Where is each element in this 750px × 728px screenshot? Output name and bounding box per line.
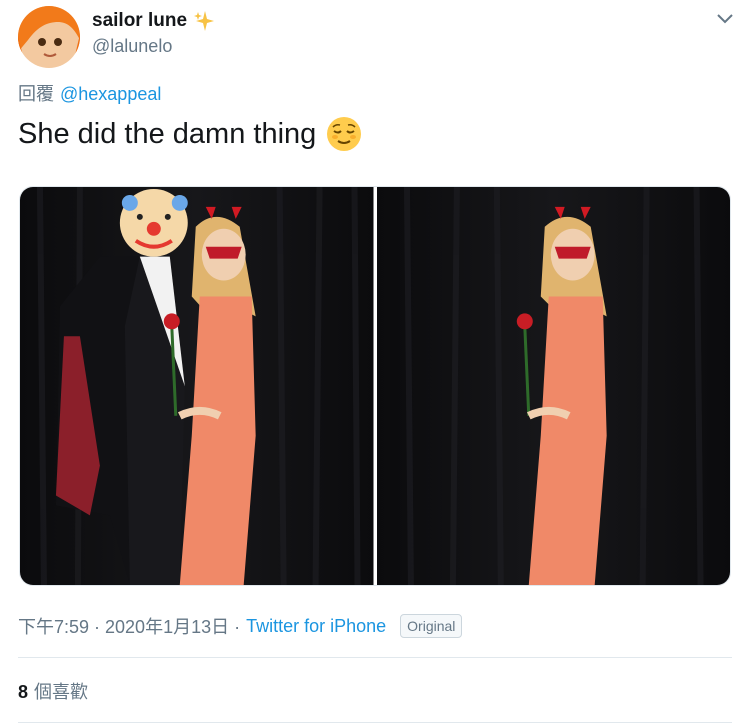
likes-count: 8 — [18, 682, 29, 702]
sparkle-icon — [193, 10, 215, 32]
likes-stat[interactable]: 8 個喜歡 — [18, 678, 88, 704]
avatar[interactable] — [18, 6, 80, 68]
tweet-meta: 下午7:59 · 2020年1月13日 · Twitter for iPhone… — [18, 613, 463, 639]
photo-2[interactable] — [376, 187, 730, 585]
original-badge: Original — [400, 614, 463, 638]
chevron-down-icon[interactable] — [716, 12, 734, 26]
tweet-text: She did the damn thing — [18, 116, 362, 152]
divider — [18, 657, 732, 658]
user-handle[interactable]: @lalunelo — [92, 36, 215, 57]
divider — [18, 722, 732, 723]
likes-label: 個喜歡 — [34, 682, 89, 702]
reply-context: 回覆 @hexappeal — [18, 80, 161, 106]
display-name[interactable]: sailor lune — [92, 10, 215, 32]
tweet-media — [19, 186, 731, 586]
relieved-face-emoji — [326, 116, 362, 152]
source-link[interactable]: Twitter for iPhone — [246, 616, 386, 637]
tweet-text-content: She did the damn thing — [18, 117, 317, 150]
timestamp[interactable]: 下午7:59 · 2020年1月13日 · — [18, 613, 240, 639]
photo-1[interactable] — [20, 187, 374, 585]
tweet-header: sailor lune @lalunelo — [18, 6, 734, 68]
reply-prefix: 回覆 — [18, 84, 54, 104]
display-name-text[interactable]: sailor lune — [92, 10, 187, 32]
reply-mention-link[interactable]: @hexappeal — [60, 84, 161, 104]
